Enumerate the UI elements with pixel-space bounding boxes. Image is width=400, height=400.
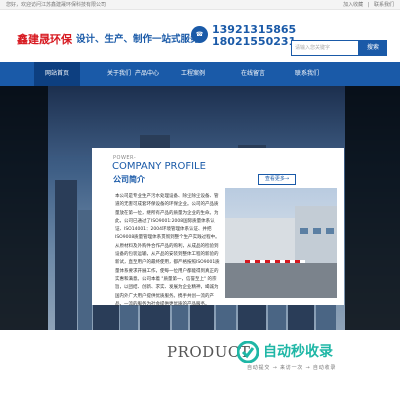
phone-icon: ☎ <box>191 26 208 43</box>
bookmark-link[interactable]: 加入收藏 <box>343 2 363 8</box>
nav-item-contact[interactable]: 联系我们 <box>284 62 330 86</box>
profile-text: 本公司是专业生产污水处理设备、除尘除尘设备、管道的无害可成套环保设备的环保企业。… <box>115 194 220 307</box>
watermark-logo-icon <box>237 341 259 363</box>
top-bar: 您好，欢迎访问江苏鑫建晟环保科技有限公司 加入收藏 | 联系我们 <box>0 0 400 10</box>
search-button[interactable]: 搜索 <box>359 40 387 56</box>
watermark: 自动秒收录 自动提交 → 来访一次 → 自动收录 <box>233 337 393 383</box>
city-building <box>55 180 77 330</box>
nav-item-cases[interactable]: 工程案例 <box>170 62 216 86</box>
links-divider: | <box>367 2 370 8</box>
view-more-button[interactable]: 查看更多→ <box>258 174 296 185</box>
watermark-subtext: 自动提交 → 来访一次 → 自动收录 <box>247 365 337 371</box>
search-input[interactable]: 请输入您关键字 <box>291 40 359 56</box>
brand-name[interactable]: 鑫建晟环保 <box>17 31 72 47</box>
nav-item-home[interactable]: 网站首页 <box>34 62 80 86</box>
main-nav: 网站首页 关于我们 产品中心 工程案例 在线留言 联系我们 <box>0 62 400 86</box>
watermark-text: 自动秒收录 <box>263 344 333 360</box>
phone-numbers: 13921315865 18021550231 <box>212 24 296 48</box>
nav-item-message[interactable]: 在线留言 <box>230 62 276 86</box>
factory-photo <box>225 188 337 298</box>
photo-window <box>313 228 321 234</box>
company-profile-card: POWER- COMPANY PROFILE 公司简介 查看更多→ 本公司是专业… <box>92 148 344 307</box>
profile-subtitle: 公司简介 <box>113 175 145 184</box>
site-header: 鑫建晟环保 设计、生产、制作一站式服务 ☎ 13921315865 180215… <box>0 11 400 61</box>
phone-2: 18021550231 <box>212 35 297 48</box>
photo-building <box>295 206 337 263</box>
contact-link[interactable]: 联系我们 <box>374 2 394 8</box>
profile-title: COMPANY PROFILE <box>112 161 206 172</box>
photo-window <box>326 228 334 234</box>
photo-building <box>225 218 295 263</box>
slogan: 设计、生产、制作一站式服务 <box>76 34 200 45</box>
welcome-text: 您好，欢迎访问江苏鑫建晟环保科技有限公司 <box>6 2 107 8</box>
hero-right-shade <box>345 86 400 330</box>
photo-window <box>300 228 308 234</box>
hero-left-shade <box>0 86 48 330</box>
top-links: 加入收藏 | 联系我们 <box>340 1 394 9</box>
photo-road <box>225 263 337 298</box>
hero-sky <box>0 86 400 156</box>
photo-barrier <box>245 260 305 263</box>
nav-item-products[interactable]: 产品中心 <box>124 62 170 86</box>
city-building <box>78 210 92 330</box>
